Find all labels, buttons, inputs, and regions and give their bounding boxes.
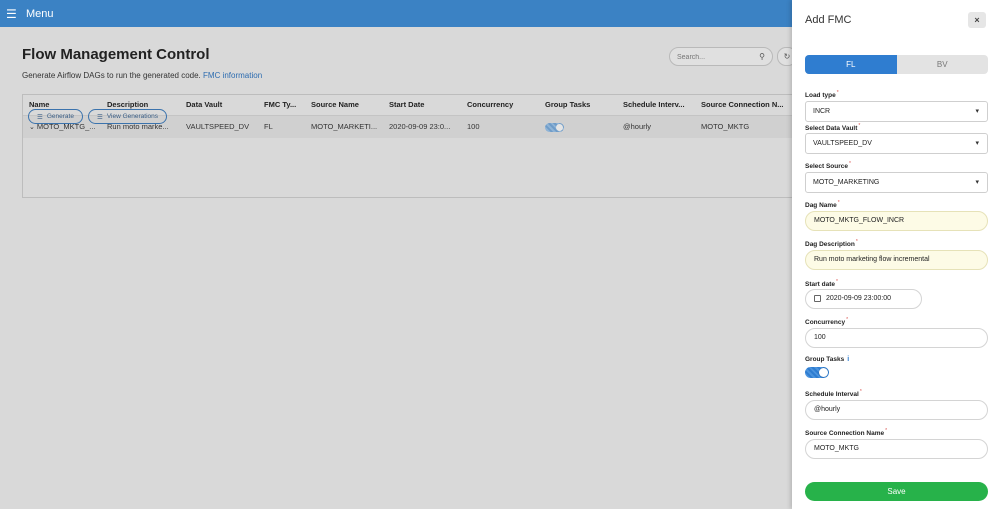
info-icon[interactable]: i <box>847 356 849 363</box>
group-tasks-toggle[interactable] <box>545 122 564 132</box>
page-subtitle: Generate Airflow DAGs to run the generat… <box>22 71 262 80</box>
dag-name-input[interactable]: MOTO_MKTG_FLOW_INCR <box>805 211 988 231</box>
refresh-icon: ↻ <box>783 52 791 61</box>
column-header[interactable]: FMC Ty... <box>258 95 305 116</box>
source-select[interactable]: MOTO_MARKETING ▾ <box>805 172 988 193</box>
cell-data-vault: VAULTSPEED_DV <box>180 115 258 138</box>
sliders-icon: ☰ <box>97 113 103 121</box>
load-type-select[interactable]: INCR ▾ <box>805 101 988 122</box>
search-box[interactable]: ⚲ <box>669 47 773 66</box>
chevron-down-icon[interactable]: ⌄ <box>29 123 35 131</box>
save-button[interactable]: Save <box>805 482 988 501</box>
column-header[interactable]: Concurrency <box>461 95 539 116</box>
cell-start-date: 2020-09-09 23:0... <box>383 115 461 138</box>
start-date-input[interactable]: 2020-09-09 23:00:00 <box>805 289 922 309</box>
close-button[interactable]: × <box>968 12 986 28</box>
schedule-interval-label: Schedule Interval* <box>805 389 862 399</box>
concurrency-input[interactable]: 100 <box>805 328 988 348</box>
close-icon: × <box>974 15 980 25</box>
data-vault-select[interactable]: VAULTSPEED_DV ▾ <box>805 133 988 154</box>
source-value: MOTO_MARKETING <box>813 179 880 186</box>
start-date-label: Start date* <box>805 279 838 289</box>
caret-down-icon: ▾ <box>975 179 979 186</box>
source-label: Select Source* <box>805 161 851 171</box>
column-header[interactable]: Data Vault <box>180 95 258 116</box>
column-header[interactable]: Schedule Interv... <box>617 95 695 116</box>
caret-down-icon: ▾ <box>975 108 979 115</box>
tab-bv[interactable]: BV <box>897 55 989 74</box>
main-content: Flow Management Control Generate Airflow… <box>0 27 797 509</box>
hamburger-icon[interactable]: ☰ <box>6 8 18 20</box>
concurrency-label: Concurrency* <box>805 317 849 327</box>
caret-down-icon: ▾ <box>975 140 979 147</box>
view-generations-label: View Generations <box>106 113 159 120</box>
schedule-interval-input[interactable]: @hourly <box>805 400 988 420</box>
column-header[interactable]: Group Tasks <box>539 95 617 116</box>
cell-source-connection: MOTO_MKTG <box>695 115 793 138</box>
menu-label[interactable]: Menu <box>26 8 54 20</box>
cell-concurrency: 100 <box>461 115 539 138</box>
data-vault-value: VAULTSPEED_DV <box>813 140 872 147</box>
column-header[interactable]: Source Name <box>305 95 383 116</box>
data-vault-label: Select Data Vault* <box>805 123 861 133</box>
group-tasks-toggle[interactable] <box>805 367 829 378</box>
cell-fmc-type: FL <box>258 115 305 138</box>
dag-description-label: Dag Description* <box>805 239 858 249</box>
start-date-value: 2020-09-09 23:00:00 <box>826 295 891 302</box>
subtitle-text: Generate Airflow DAGs to run the generat… <box>22 71 201 80</box>
tab-fl[interactable]: FL <box>805 55 897 74</box>
load-type-label: Load type* <box>805 90 839 100</box>
cell-schedule-interval: @hourly <box>617 115 695 138</box>
search-input[interactable] <box>677 51 757 63</box>
column-header[interactable]: Start Date <box>383 95 461 116</box>
cell-group-tasks <box>539 115 617 138</box>
panel-title: Add FMC <box>805 14 852 26</box>
search-icon[interactable]: ⚲ <box>759 52 765 61</box>
calendar-icon <box>814 295 821 302</box>
generate-label: Generate <box>46 113 74 120</box>
view-generations-button[interactable]: ☰ View Generations <box>88 109 168 124</box>
fmc-type-switch: FL BV <box>805 55 988 74</box>
dag-description-input[interactable]: Run moto marketing flow incremental <box>805 250 988 270</box>
page-title: Flow Management Control <box>22 46 210 63</box>
sliders-icon: ☰ <box>37 113 43 121</box>
group-tasks-label: Group Tasks i <box>805 356 850 363</box>
fmc-information-link[interactable]: FMC information <box>203 71 262 80</box>
source-connection-label: Source Connection Name* <box>805 428 888 438</box>
dag-name-label: Dag Name* <box>805 200 840 210</box>
generate-button[interactable]: ☰ Generate <box>28 109 83 124</box>
source-connection-input[interactable]: MOTO_MKTG <box>805 439 988 459</box>
cell-source-name: MOTO_MARKETI... <box>305 115 383 138</box>
column-header[interactable]: Source Connection N... <box>695 95 793 116</box>
load-type-value: INCR <box>813 108 831 115</box>
add-fmc-panel: Add FMC × FL BV Load type* INCR ▾ Select… <box>792 0 1000 509</box>
